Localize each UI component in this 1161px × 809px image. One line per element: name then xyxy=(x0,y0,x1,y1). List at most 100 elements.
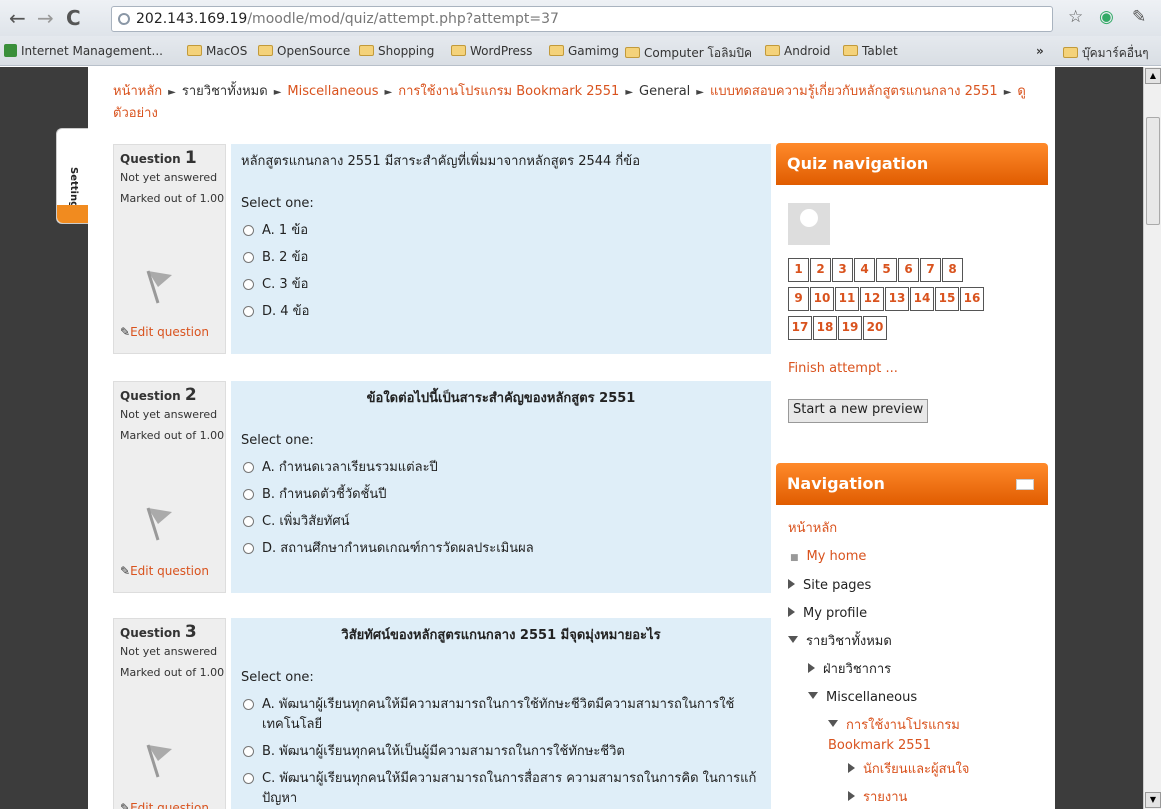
answer-option[interactable]: C. เพิ่มวิสัยทัศน์ xyxy=(241,512,761,532)
radio-button[interactable] xyxy=(243,516,254,527)
select-one-label: Select one: xyxy=(241,670,314,685)
reload-icon[interactable]: C xyxy=(66,8,81,28)
radio-button[interactable] xyxy=(243,489,254,500)
crumb-all-courses[interactable]: รายวิชาทั้งหมด xyxy=(182,84,268,99)
crumb-quiz[interactable]: แบบทดสอบความรู้เกี่ยวกับหลักสูตรแกนกลาง … xyxy=(710,84,998,99)
quiz-nav-button[interactable]: 4 xyxy=(854,258,875,282)
bookmark-opensource[interactable]: OpenSource xyxy=(258,44,350,58)
crumb-course[interactable]: การใช้งานโปรแกรม Bookmark 2551 xyxy=(398,84,619,99)
navigation-block: Navigation หน้าหลัก ■ My home Site pages … xyxy=(776,463,1048,809)
edit-question-link[interactable]: ✎Edit question xyxy=(120,325,209,340)
question-info: Question 3 Not yet answered Marked out o… xyxy=(113,618,226,809)
quiz-nav-button[interactable]: 18 xyxy=(813,316,837,340)
question-number: Question 3 xyxy=(120,622,197,642)
bullet-icon: ■ xyxy=(790,553,799,563)
answer-option[interactable]: D. 4 ข้อ xyxy=(241,302,761,322)
answer-option[interactable]: B. พัฒนาผู้เรียนทุกคนให้เป็นผู้มีความสาม… xyxy=(241,742,761,762)
back-icon[interactable]: ← xyxy=(9,8,26,28)
flag-icon[interactable] xyxy=(142,739,178,779)
nav-my-home[interactable]: ■ My home xyxy=(788,543,988,572)
bookmark-macos[interactable]: MacOS xyxy=(187,44,247,58)
answer-option[interactable]: B. กำหนดตัวชี้วัดชั้นปี xyxy=(241,485,761,505)
flag-icon[interactable] xyxy=(142,265,178,305)
nav-reports[interactable]: รายงาน xyxy=(788,784,988,809)
quiz-nav-button[interactable]: 2 xyxy=(810,258,831,282)
radio-button[interactable] xyxy=(243,699,254,710)
vertical-scrollbar[interactable]: ▲ ▼ xyxy=(1143,67,1161,809)
nav-academic[interactable]: ฝ่ายวิชาการ xyxy=(788,656,988,684)
bookmark-computer-olympic[interactable]: Computer โอลิมปิค xyxy=(625,44,752,63)
nav-miscellaneous[interactable]: Miscellaneous xyxy=(788,684,988,712)
answer-option[interactable]: C. พัฒนาผู้เรียนทุกคนให้มีความสามารถในกา… xyxy=(241,769,761,809)
nav-my-profile[interactable]: My profile xyxy=(788,600,988,628)
answer-option[interactable]: C. 3 ข้อ xyxy=(241,275,761,295)
bookmark-overflow[interactable]: » xyxy=(1036,44,1044,58)
answer-option[interactable]: D. สถานศึกษากำหนดเกณฑ์การวัดผลประเมินผล xyxy=(241,539,761,559)
quiz-nav-button[interactable]: 16 xyxy=(960,287,984,311)
answer-option[interactable]: B. 2 ข้อ xyxy=(241,248,761,268)
crumb-misc[interactable]: Miscellaneous xyxy=(287,84,378,99)
edit-icon: ✎ xyxy=(120,325,131,339)
radio-button[interactable] xyxy=(243,279,254,290)
quiz-nav-button[interactable]: 19 xyxy=(838,316,862,340)
question-info: Question 1 Not yet answered Marked out o… xyxy=(113,144,226,354)
start-new-preview-button[interactable]: Start a new preview xyxy=(788,399,929,423)
quiz-nav-button[interactable]: 5 xyxy=(876,258,897,282)
crumb-home[interactable]: หน้าหลัก xyxy=(113,84,162,99)
quiz-nav-button[interactable]: 9 xyxy=(788,287,809,311)
quiz-nav-button[interactable]: 13 xyxy=(885,287,909,311)
quiz-nav-button[interactable]: 12 xyxy=(860,287,884,311)
quiz-nav-button[interactable]: 14 xyxy=(910,287,934,311)
radio-button[interactable] xyxy=(243,773,254,784)
answer-option[interactable]: A. กำหนดเวลาเรียนรวมแต่ละปี xyxy=(241,458,761,478)
radio-button[interactable] xyxy=(243,252,254,263)
nav-students[interactable]: นักเรียนและผู้สนใจ xyxy=(788,756,988,784)
scroll-down-icon[interactable]: ▼ xyxy=(1145,792,1161,808)
scroll-thumb[interactable] xyxy=(1146,117,1160,225)
question-2: Question 2 Not yet answered Marked out o… xyxy=(113,381,771,593)
bookmark-gamimg[interactable]: Gamimg xyxy=(549,44,619,58)
scroll-up-icon[interactable]: ▲ xyxy=(1145,68,1161,84)
quiz-nav-button[interactable]: 6 xyxy=(898,258,919,282)
nav-all-courses[interactable]: รายวิชาทั้งหมด xyxy=(788,628,988,656)
bookmark-internet-management[interactable]: Internet Management... xyxy=(4,44,163,58)
radio-button[interactable] xyxy=(243,543,254,554)
star-icon[interactable]: ☆ xyxy=(1068,7,1083,27)
nav-home[interactable]: หน้าหลัก xyxy=(788,515,988,543)
nav-site-pages[interactable]: Site pages xyxy=(788,572,988,600)
question-marks: Marked out of 1.00 xyxy=(120,192,225,205)
answer-option[interactable]: A. 1 ข้อ xyxy=(241,221,761,241)
dock-block-icon[interactable] xyxy=(1016,479,1034,490)
quiz-nav-button[interactable]: 3 xyxy=(832,258,853,282)
wrench-icon[interactable]: ✎ xyxy=(1132,7,1146,27)
radio-button[interactable] xyxy=(243,462,254,473)
quiz-nav-button[interactable]: 7 xyxy=(920,258,941,282)
bookmark-shopping[interactable]: Shopping xyxy=(359,44,434,58)
bookmark-android[interactable]: Android xyxy=(765,44,830,58)
expand-icon xyxy=(848,763,855,773)
radio-button[interactable] xyxy=(243,225,254,236)
answer-option[interactable]: A. พัฒนาผู้เรียนทุกคนให้มีความสามารถในกา… xyxy=(241,695,761,735)
eye-extension-icon[interactable]: ◉ xyxy=(1099,7,1114,27)
forward-icon[interactable]: → xyxy=(37,8,54,28)
settings-dock-tab[interactable]: Settings xyxy=(56,128,88,224)
quiz-nav-button[interactable]: 17 xyxy=(788,316,812,340)
quiz-nav-button[interactable]: 20 xyxy=(863,316,887,340)
quiz-nav-button[interactable]: 1 xyxy=(788,258,809,282)
navigation-header: Navigation xyxy=(776,463,1048,505)
quiz-nav-button[interactable]: 11 xyxy=(835,287,859,311)
address-bar[interactable]: 202.143.169.19/moodle/mod/quiz/attempt.p… xyxy=(111,6,1053,32)
nav-course[interactable]: การใช้งานโปรแกรม Bookmark 2551 xyxy=(788,712,988,756)
radio-button[interactable] xyxy=(243,746,254,757)
quiz-nav-button[interactable]: 10 xyxy=(810,287,834,311)
quiz-nav-button[interactable]: 15 xyxy=(935,287,959,311)
edit-question-link[interactable]: ✎Edit question xyxy=(120,564,209,579)
bookmark-wordpress[interactable]: WordPress xyxy=(451,44,532,58)
bookmark-other[interactable]: บุ๊คมาร์คอื่นๆ xyxy=(1063,44,1149,63)
quiz-nav-button[interactable]: 8 xyxy=(942,258,963,282)
bookmark-tablet[interactable]: Tablet xyxy=(843,44,898,58)
edit-question-link[interactable]: ✎Edit question xyxy=(120,801,209,809)
flag-icon[interactable] xyxy=(142,502,178,542)
finish-attempt-link[interactable]: Finish attempt ... xyxy=(788,361,898,376)
radio-button[interactable] xyxy=(243,306,254,317)
